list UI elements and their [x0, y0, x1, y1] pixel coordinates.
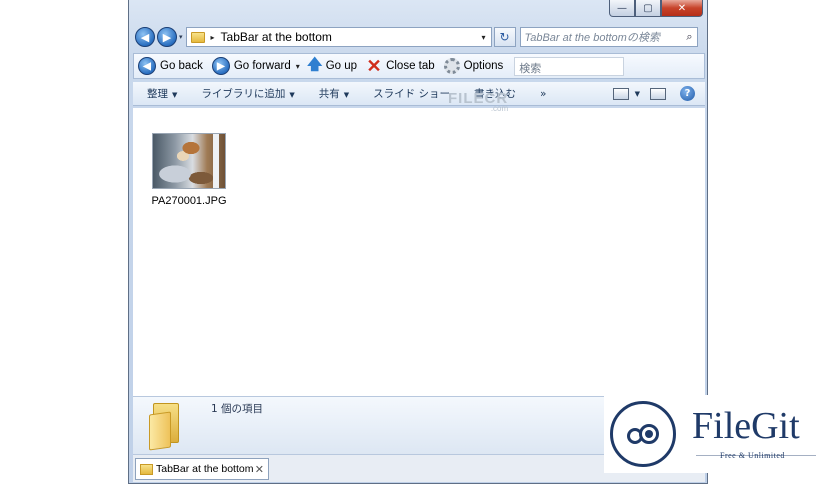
back-arrow-icon: ◀ [138, 57, 156, 75]
badge-tagline: Free & Unlimited [720, 451, 785, 460]
tab-tabbar-at-the-bottom[interactable]: TabBar at the bottom ✕ [135, 458, 269, 480]
back-button[interactable]: ◀ [135, 27, 155, 47]
slideshow-button[interactable]: スライド ショー [373, 86, 450, 101]
breadcrumb-arrow-icon[interactable]: ▸ [211, 33, 215, 42]
chevron-down-icon: ▼ [343, 91, 350, 99]
change-view-icon[interactable] [612, 87, 629, 100]
chevron-down-icon[interactable]: ▼ [635, 90, 640, 98]
search-icon[interactable]: ⌕ [686, 30, 692, 44]
forward-button[interactable]: ▶ [157, 27, 177, 47]
up-arrow-icon: 🡅 [307, 55, 323, 73]
gear-icon [443, 58, 460, 74]
close-icon[interactable]: ✕ [255, 463, 264, 476]
go-up-button[interactable]: 🡅 Go up [307, 54, 358, 79]
toolbar-search-field[interactable]: 検索 [514, 56, 625, 76]
options-button[interactable]: Options [443, 58, 504, 74]
go-back-label: Go back [160, 60, 203, 72]
go-forward-button[interactable]: ▶ Go forward [211, 57, 291, 75]
recent-pages-dropdown[interactable]: ▾ [179, 33, 183, 41]
command-bar: 整理 ▼ ライブラリに追加 ▼ 共有 ▼ スライド ショー 書き込む » ▼ ? [133, 82, 705, 106]
filegit-badge: FileGit Free & Unlimited [604, 395, 836, 473]
preview-pane-icon[interactable] [650, 87, 666, 100]
go-forward-label: Go forward [233, 60, 291, 72]
address-row: ◀ ▶ ▾ ▸ TabBar at the bottom ▾ ↻ TabBar … [135, 26, 703, 48]
caption-buttons: — ▢ ✕ [609, 0, 703, 17]
back-arrow-icon: ◀ [140, 30, 150, 44]
file-name: PA270001.JPG [151, 195, 227, 207]
file-list[interactable]: PA270001.JPG [133, 108, 705, 396]
view-controls: ▼ ? [603, 86, 695, 101]
minimize-button[interactable]: — [609, 0, 635, 17]
folder-icon [149, 403, 183, 451]
file-item[interactable]: PA270001.JPG [149, 133, 229, 207]
address-bar[interactable]: ▸ TabBar at the bottom ▾ [185, 27, 492, 47]
close-window-button[interactable]: ✕ [661, 0, 703, 17]
tab-toolbar: ◀ Go back ▶ Go forward ▾ 🡅 Go up ✕ Close… [133, 53, 705, 79]
folder-icon [140, 463, 153, 475]
item-count: 1 個の項目 [211, 403, 264, 415]
share-label: 共有 [318, 88, 340, 100]
refresh-icon: ↻ [499, 30, 510, 44]
chevron-down-icon: ▼ [289, 91, 295, 99]
go-up-label: Go up [325, 60, 358, 72]
image-thumbnail [152, 133, 226, 189]
tab-label: TabBar at the bottom [156, 463, 254, 475]
options-label: Options [463, 60, 504, 72]
badge-name: FileGit [692, 405, 800, 447]
organize-menu[interactable]: 整理 ▼ [147, 86, 177, 101]
organize-label: 整理 [147, 88, 168, 100]
help-icon[interactable]: ? [680, 86, 695, 101]
go-back-button[interactable]: ◀ Go back [138, 57, 203, 75]
forward-arrow-icon: ▶ [162, 30, 172, 44]
share-menu[interactable]: 共有 ▼ [319, 86, 349, 101]
folder-icon [190, 31, 205, 43]
close-tab-button[interactable]: ✕ Close tab [366, 56, 435, 77]
search-placeholder: TabBar at the bottomの検索 [524, 32, 660, 44]
address-path[interactable]: TabBar at the bottom [221, 30, 477, 44]
watermark: FILECR .com [448, 90, 508, 113]
refresh-button[interactable]: ↻ [493, 27, 516, 47]
add-to-library-label: ライブラリに追加 [201, 88, 286, 100]
add-to-library-menu[interactable]: ライブラリに追加 ▼ [201, 86, 294, 101]
search-input[interactable]: TabBar at the bottomの検索 ⌕ [519, 27, 698, 47]
close-icon: ✕ [366, 55, 382, 76]
go-forward-dropdown[interactable]: ▾ [296, 62, 300, 71]
close-tab-label: Close tab [386, 60, 435, 72]
forward-arrow-icon: ▶ [211, 57, 230, 75]
more-commands-button[interactable]: » [540, 88, 546, 100]
address-dropdown[interactable]: ▾ [477, 33, 491, 42]
filegit-logo-icon [610, 401, 676, 467]
maximize-button[interactable]: ▢ [635, 0, 661, 17]
chevron-down-icon: ▼ [172, 91, 178, 99]
